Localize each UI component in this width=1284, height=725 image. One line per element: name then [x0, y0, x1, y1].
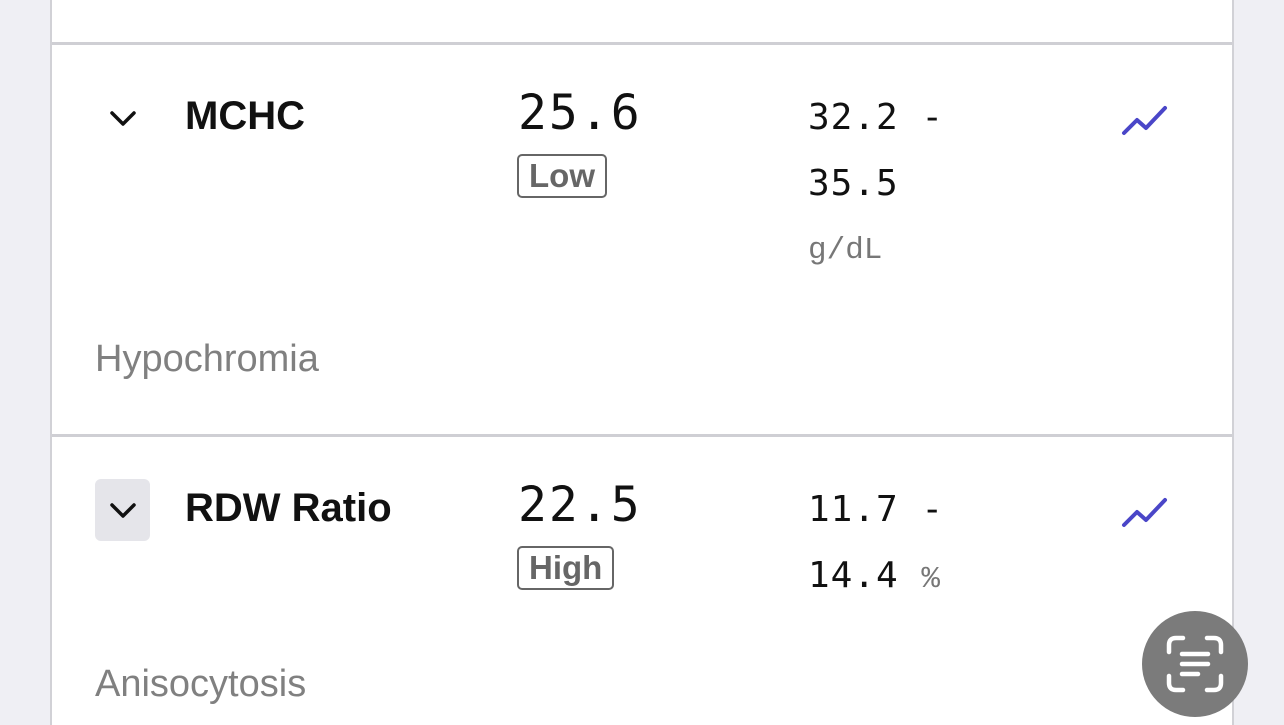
result-value: 25.6	[518, 85, 642, 141]
trend-chart-icon	[1122, 106, 1167, 135]
expand-toggle-button[interactable]	[95, 479, 150, 541]
result-value: 22.5	[518, 477, 642, 533]
reference-range-low: 11.7 -	[808, 489, 945, 530]
test-name: RDW Ratio	[185, 486, 392, 530]
trend-button[interactable]	[1118, 492, 1174, 532]
expand-toggle-button[interactable]	[95, 87, 150, 149]
lab-results-panel: MCHC 25.6 Low 32.2 - 35.5 g/dL Hypochrom…	[50, 0, 1234, 725]
reference-range-high: 35.5	[808, 163, 899, 204]
chevron-down-icon	[109, 503, 136, 518]
trend-chart-icon	[1122, 498, 1167, 527]
test-name: MCHC	[185, 94, 305, 138]
result-comment: Hypochromia	[95, 338, 319, 380]
scan-text-icon	[1166, 635, 1224, 693]
result-comment: Anisocytosis	[95, 663, 307, 705]
unit-label: g/dL	[808, 233, 883, 268]
unit-label: %	[921, 562, 941, 597]
reference-range-low: 32.2 -	[808, 97, 945, 138]
flag-badge: High	[517, 546, 615, 590]
result-row-mchc: MCHC 25.6 Low 32.2 - 35.5 g/dL Hypochrom…	[52, 45, 1232, 435]
result-row-rdw-ratio: RDW Ratio 22.5 High 11.7 - 14.4 % Anisoc…	[52, 437, 1232, 725]
reference-range-high: 14.4	[808, 555, 899, 596]
trend-button[interactable]	[1118, 100, 1174, 140]
chevron-down-icon	[109, 111, 136, 126]
flag-badge: Low	[517, 154, 607, 198]
scan-text-button[interactable]	[1142, 611, 1248, 717]
